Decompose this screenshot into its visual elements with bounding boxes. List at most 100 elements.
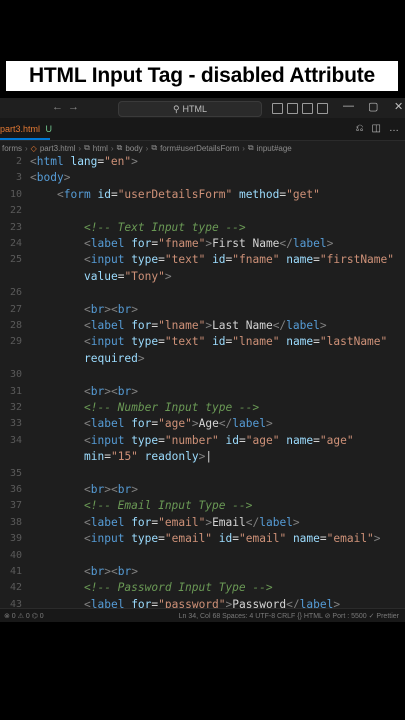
line-number: 26 xyxy=(9,287,22,299)
line-number: 23 xyxy=(9,221,22,233)
line-number: 40 xyxy=(9,549,22,561)
line-number: 29 xyxy=(9,336,22,348)
breadcrumb-item[interactable]: html xyxy=(93,144,108,153)
code-text: <!-- Number Input type --> xyxy=(84,401,260,414)
code-text: <br><br> xyxy=(84,302,138,316)
code-text: <label for="lname">Last Name</label> xyxy=(84,319,327,332)
chevron-right-icon: › xyxy=(145,143,149,153)
line-number: 32 xyxy=(9,402,22,413)
breadcrumb-item[interactable]: input#age xyxy=(257,144,292,153)
code-line[interactable]: 33 <label for="age">Age</label> xyxy=(0,416,405,432)
code-text: <!-- Text Input type --> xyxy=(84,220,246,234)
chevron-right-icon: › xyxy=(25,143,28,153)
code-line[interactable]: 41 <br><br> xyxy=(0,564,405,580)
status-problems[interactable]: ⊗ 0 ⚠ 0 ⌬ 0 xyxy=(4,612,44,620)
compare-icon[interactable]: ⎌ xyxy=(356,123,364,134)
code-line[interactable]: 25 <input type="text" id="fname" name="fi… xyxy=(0,252,405,268)
line-number: 31 xyxy=(9,385,22,397)
toggle-sidebar-icon[interactable] xyxy=(272,103,283,114)
code-text: <label for="email">Email</label> xyxy=(84,515,300,529)
code-text: <form id="userDetailsForm" method="get" xyxy=(57,187,320,201)
code-line[interactable]: 31 <br><br> xyxy=(0,384,405,400)
code-line[interactable]: min="15" readonly>| xyxy=(0,449,405,465)
code-line[interactable]: 36 <br><br> xyxy=(0,482,405,498)
code-text: <input type="email" id="email" name="ema… xyxy=(84,532,381,546)
command-center-search[interactable]: ⚲ HTML xyxy=(118,101,262,117)
toggle-panel-icon[interactable] xyxy=(287,103,298,114)
code-line[interactable]: 27 <br><br> xyxy=(0,302,405,318)
code-line[interactable]: 40 xyxy=(0,548,405,564)
code-line[interactable]: required> xyxy=(0,351,405,367)
arrow-right-icon[interactable]: → xyxy=(68,101,79,113)
code-line[interactable]: 2 <html lang="en"> xyxy=(0,154,405,170)
element-icon: ⧉ xyxy=(151,143,158,152)
code-text: required> xyxy=(84,351,145,365)
code-line[interactable]: 38 <label for="email">Email</label> xyxy=(0,515,405,531)
code-text: <br><br> xyxy=(84,384,138,398)
code-text: <br><br> xyxy=(84,483,138,496)
tab-bar: part3.html U ⎌ ◫ … xyxy=(0,118,405,141)
code-line[interactable]: 35 xyxy=(0,466,405,482)
line-number: 36 xyxy=(9,484,22,495)
more-actions-icon[interactable]: … xyxy=(389,123,399,134)
line-number: 42 xyxy=(9,582,22,594)
code-line[interactable]: value="Tony"> xyxy=(0,269,405,285)
code-line[interactable]: 30 xyxy=(0,367,405,383)
line-number: 30 xyxy=(9,369,22,381)
code-line[interactable]: 32 <!-- Number Input type --> xyxy=(0,400,405,416)
code-editor-window: ← → ⚲ HTML — ▢ ✕ part3.html U ⎌ ◫ … form… xyxy=(0,98,405,622)
code-text: <label for="age">Age</label> xyxy=(84,417,273,431)
code-text: <!-- Password Input Type --> xyxy=(84,581,273,595)
line-number: 37 xyxy=(9,500,22,512)
code-line[interactable]: 26 xyxy=(0,285,405,301)
element-icon: ⧉ xyxy=(84,143,90,152)
breadcrumb-item[interactable]: body xyxy=(125,144,142,153)
breadcrumb-item[interactable]: form#userDetailsForm xyxy=(160,144,239,153)
html-file-icon: ◇ xyxy=(30,143,37,153)
code-line[interactable]: 23 <!-- Text Input type --> xyxy=(0,220,405,236)
code-line[interactable]: 34 <input type="number" id="age" name="ag… xyxy=(0,433,405,449)
active-tab-indicator xyxy=(0,138,50,140)
editor-actions: ⎌ ◫ … xyxy=(356,123,399,134)
line-number: 24 xyxy=(9,238,22,249)
video-title: HTML Input Tag - disabled Attribute xyxy=(28,64,376,87)
code-line[interactable]: 39 <input type="email" id="email" name="e… xyxy=(0,531,405,547)
code-text: <!-- Email Input Type --> xyxy=(84,499,253,513)
maximize-icon[interactable]: ▢ xyxy=(368,100,378,113)
tab-part3-html[interactable]: part3.html U xyxy=(0,124,52,134)
title-bar: ← → ⚲ HTML — ▢ ✕ xyxy=(0,98,405,118)
code-line[interactable]: 42 <!-- Password Input Type --> xyxy=(0,580,405,596)
code-text: <input type="text" id="lname" name="last… xyxy=(84,335,388,349)
close-icon[interactable]: ✕ xyxy=(394,100,403,113)
status-bar: ⊗ 0 ⚠ 0 ⌬ 0 Ln 34, Col 68 Spaces: 4 UTF-… xyxy=(0,608,405,622)
code-line[interactable]: 22 xyxy=(0,203,405,219)
breadcrumb-item[interactable]: forms xyxy=(2,144,22,153)
chevron-right-icon: › xyxy=(242,143,245,153)
minimize-icon[interactable]: — xyxy=(343,100,354,112)
line-number: 10 xyxy=(9,188,22,200)
code-line[interactable]: 37 <!-- Email Input Type --> xyxy=(0,498,405,514)
line-number: 33 xyxy=(9,418,22,430)
code-line[interactable]: 28 <label for="lname">Last Name</label> xyxy=(0,318,405,334)
code-text: <br><br> xyxy=(84,565,138,578)
breadcrumb-item[interactable]: part3.html xyxy=(40,144,76,153)
toggle-secondary-sidebar-icon[interactable] xyxy=(302,103,313,114)
line-number: 34 xyxy=(9,434,22,446)
search-text: HTML xyxy=(182,104,208,114)
line-number: 38 xyxy=(9,516,22,528)
status-info[interactable]: Ln 34, Col 68 Spaces: 4 UTF-8 CRLF {} HT… xyxy=(179,612,399,620)
video-title-banner: HTML Input Tag - disabled Attribute xyxy=(6,61,398,91)
customize-layout-icon[interactable] xyxy=(317,103,328,114)
split-editor-icon[interactable]: ◫ xyxy=(372,123,381,134)
element-icon: ⧉ xyxy=(116,143,123,152)
code-line[interactable]: 29 <input type="text" id="lname" name="la… xyxy=(0,334,405,350)
tab-modified-badge: U xyxy=(45,124,53,134)
line-number: 41 xyxy=(9,566,22,577)
line-number: 27 xyxy=(9,303,22,315)
code-line[interactable]: 3 <body> xyxy=(0,170,405,186)
line-number: 25 xyxy=(9,254,22,266)
arrow-left-icon[interactable]: ← xyxy=(52,101,63,113)
code-line[interactable]: 24 <label for="fname">First Name</label> xyxy=(0,236,405,252)
code-line[interactable]: 10 <form id="userDetailsForm" method="get… xyxy=(0,187,405,203)
code-text: <label for="fname">First Name</label> xyxy=(84,237,334,250)
